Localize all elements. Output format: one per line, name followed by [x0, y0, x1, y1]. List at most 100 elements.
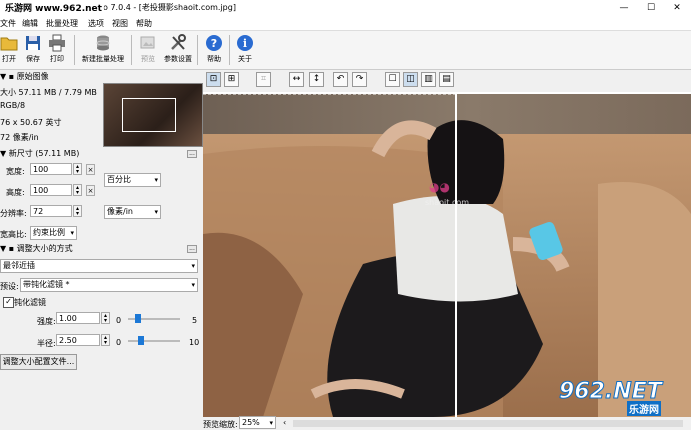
height-spinner[interactable]: ▴ ▾ — [73, 184, 82, 196]
side-by-side-icon[interactable]: ▥ — [421, 72, 436, 87]
width-input[interactable]: 100 — [30, 163, 72, 175]
image-viewer: ⊡ ⊞ ⌗ ↔ ↕ ↶ ↷ ☐ ◫ ▥ ▤ ◕◕ shaoit.com 962.… — [203, 70, 691, 417]
crop-button[interactable]: ⌗ — [256, 72, 271, 87]
horizontal-scrollbar[interactable] — [293, 420, 683, 427]
zoom-select[interactable]: 25% ▾ — [239, 416, 276, 429]
radius-input[interactable]: 2.50 — [56, 334, 100, 346]
width-link-button[interactable]: × — [86, 164, 95, 175]
maximize-button[interactable]: ☐ — [638, 0, 664, 16]
menu-options[interactable]: 选项 — [88, 18, 104, 29]
menu-bar: 文件 编辑 批量处理 选项 视图 帮助 — [0, 16, 691, 31]
radius-min: 0 — [116, 338, 122, 347]
size-unit-select[interactable]: 百分比 ▾ — [104, 173, 161, 187]
radius-spinner[interactable]: ▴ ▾ — [101, 334, 110, 346]
original-thumbnail[interactable] — [103, 83, 203, 147]
toolbar-separator — [131, 35, 132, 65]
fit-height-icon[interactable]: ↕ — [309, 72, 324, 87]
fit-view-button[interactable]: ⊡ — [206, 72, 221, 87]
split-horizontal-icon[interactable]: ▤ — [439, 72, 454, 87]
newsize-header-label: 新尺寸 (57.11 MB) — [8, 149, 80, 158]
size-unit-value: 百分比 — [107, 175, 131, 184]
rotate-left-icon[interactable]: ↶ — [333, 72, 348, 87]
window-title: o 7.0.4 - [老投摄影shaoit.com.jpg] — [103, 3, 236, 12]
settings-panel: ▼ ▪ 原始图像 大小 57.11 MB / 7.79 MB RGB/8 76 … — [0, 70, 203, 429]
original-size: 大小 57.11 MB / 7.79 MB — [0, 88, 97, 97]
zoom-value: 25% — [242, 418, 260, 427]
folder-icon — [0, 37, 18, 51]
help-icon: ? — [206, 35, 222, 51]
newsize-more-button[interactable]: ... — [187, 150, 197, 158]
photo-watermark-logo: ◕◕ — [429, 180, 450, 194]
menu-help[interactable]: 帮助 — [136, 18, 152, 29]
print-button[interactable]: 打印 — [42, 33, 72, 67]
floppy-icon — [26, 36, 40, 50]
method-section-header[interactable]: ▼ ▪ 调整大小的方式 — [0, 243, 73, 254]
split-vertical-icon[interactable]: ◫ — [403, 72, 418, 87]
width-label: 宽度: — [6, 167, 25, 176]
height-input[interactable]: 100 — [30, 184, 72, 196]
resize-profile-button[interactable]: 调整大小配置文件... — [0, 354, 77, 370]
aspect-select[interactable]: 约束比例 ▾ — [30, 226, 77, 240]
menu-file[interactable]: 文件 — [0, 18, 16, 29]
aspect-value: 约束比例 — [33, 228, 65, 237]
height-link-button[interactable]: × — [86, 185, 95, 196]
preview-photo[interactable]: ◕◕ shaoit.com 962.NET 乐游网 — [203, 94, 691, 417]
batch-button[interactable]: 新建批量处理 — [78, 33, 128, 67]
resolution-unit-select[interactable]: 像素/in ▾ — [104, 205, 161, 219]
original-section-header[interactable]: ▼ ▪ 原始图像 — [0, 71, 49, 82]
close-button[interactable]: ✕ — [664, 0, 690, 16]
resolution-input[interactable]: 72 — [30, 205, 72, 217]
amount-slider-thumb[interactable] — [135, 314, 142, 323]
svg-text:i: i — [243, 37, 247, 50]
aspect-label: 宽高比: — [0, 230, 27, 239]
menu-view[interactable]: 视图 — [112, 18, 128, 29]
thumbnail-viewport-frame[interactable] — [122, 98, 176, 132]
preset-label: 预设: — [0, 282, 19, 291]
radius-slider[interactable] — [128, 340, 180, 342]
scroll-left-icon[interactable]: ‹ — [283, 418, 286, 427]
batch-label: 新建批量处理 — [82, 55, 124, 63]
width-spinner[interactable]: ▴ ▾ — [73, 163, 82, 175]
photo-watermark-site: shaoit.com — [425, 198, 470, 207]
main-toolbar: 打开 保存 打印 新建批量处理 预览 参数设置 ? 帮助 i 关于 — [0, 31, 691, 70]
resolution-spinner[interactable]: ▴ ▾ — [73, 205, 82, 217]
fit-width-icon[interactable]: ↔ — [289, 72, 304, 87]
sharpen-checkbox[interactable]: ✓ — [3, 297, 14, 308]
amount-input[interactable]: 1.00 — [56, 312, 100, 324]
method-more-button[interactable]: ... — [187, 245, 197, 253]
newsize-section-header[interactable]: ▼ 新尺寸 (57.11 MB) — [0, 148, 79, 159]
amount-label: 强度: — [37, 317, 56, 326]
minimize-button[interactable]: — — [611, 0, 637, 16]
status-bar: 预览缩放: 25% ▾ ‹ — [203, 416, 691, 429]
preset-value: 带钝化滤镜 * — [23, 280, 70, 289]
algorithm-select[interactable]: 最邻近插 ▾ — [0, 259, 198, 273]
actual-size-button[interactable]: ⊞ — [224, 72, 239, 87]
help-label: 帮助 — [207, 55, 221, 63]
amount-max: 5 — [192, 316, 198, 325]
radius-slider-thumb[interactable] — [138, 336, 144, 345]
params-button[interactable]: 参数设置 — [163, 33, 193, 67]
preset-select[interactable]: 带钝化滤镜 * ▾ — [20, 278, 198, 292]
preview-button[interactable]: 预览 — [133, 33, 163, 67]
chevron-down-icon: ▾ — [191, 281, 195, 289]
radius-max: 10 — [189, 338, 200, 347]
original-mode: RGB/8 — [0, 101, 26, 110]
print-label: 打印 — [50, 55, 64, 63]
about-label: 关于 — [238, 55, 252, 63]
method-header-label: 调整大小的方式 — [16, 244, 73, 253]
menu-batch[interactable]: 批量处理 — [46, 18, 78, 29]
single-view-icon[interactable]: ☐ — [385, 72, 400, 87]
amount-spinner[interactable]: ▴ ▾ — [101, 312, 110, 324]
original-dims: 76 x 50.67 英寸 — [0, 118, 62, 127]
resolution-label: 分辨率: — [0, 209, 27, 218]
tools-icon — [171, 34, 186, 50]
viewer-toolbar: ⊡ ⊞ ⌗ ↔ ↕ ↶ ↷ ☐ ◫ ▥ ▤ — [203, 70, 691, 92]
params-label: 参数设置 — [164, 55, 192, 63]
resolution-unit-value: 像素/in — [107, 207, 133, 216]
about-button[interactable]: i 关于 — [230, 33, 260, 67]
radius-label: 半径: — [37, 339, 56, 348]
rotate-right-icon[interactable]: ↷ — [352, 72, 367, 87]
menu-edit[interactable]: 编辑 — [22, 18, 38, 29]
original-header-label: 原始图像 — [16, 72, 49, 81]
help-button[interactable]: ? 帮助 — [199, 33, 229, 67]
